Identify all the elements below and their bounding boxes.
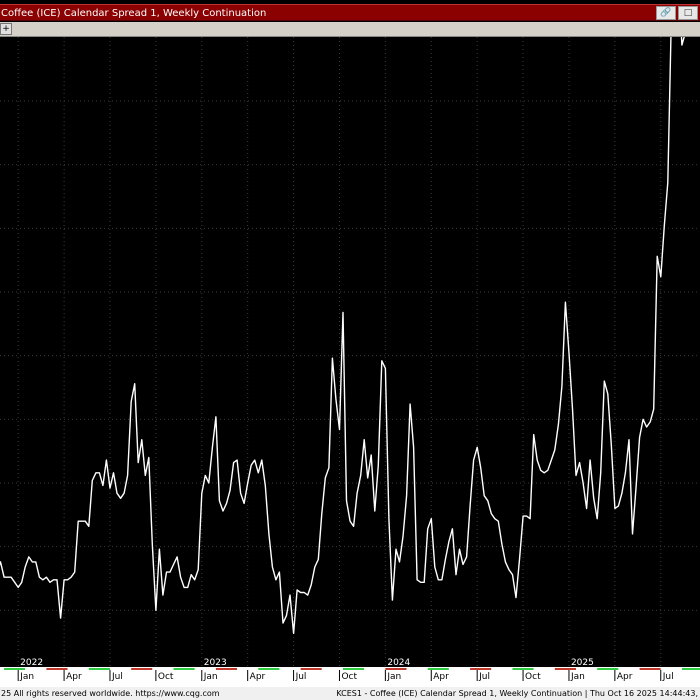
axis-color-strip-segment [385, 668, 407, 670]
link-icon[interactable]: 🔗 [656, 6, 676, 20]
x-axis-month-label: Apr [617, 672, 633, 682]
window-title-bar: Coffee (ICE) Calendar Spread 1, Weekly C… [0, 4, 700, 21]
restore-window-icon[interactable]: □ [678, 6, 698, 20]
axis-color-strip-segment [152, 668, 174, 670]
plot-background [0, 37, 700, 687]
x-axis-month-label: Apr [250, 672, 266, 682]
x-axis-year-label: 2025 [571, 658, 594, 668]
axis-color-strip-segment [46, 668, 68, 670]
axis-color-strip-segment [470, 668, 492, 670]
x-axis-year-label: 2022 [20, 658, 43, 668]
x-axis-month-label: Jul [295, 672, 307, 682]
axis-color-strip-segment [618, 668, 640, 670]
window-title: Coffee (ICE) Calendar Spread 1, Weekly C… [1, 8, 267, 19]
price-chart[interactable]: 2022 2023 2024 2025 Jan Apr Jul Oct Jan Apr Jul Oct… [0, 37, 700, 687]
x-axis-month-label: Jan [386, 672, 401, 682]
title-bar-buttons: 🔗 □ [656, 5, 700, 22]
axis-color-strip-segment [597, 668, 619, 670]
axis-color-strip-segment [321, 668, 343, 670]
x-axis-month-label: Jul [111, 672, 123, 682]
x-axis-month-label: Oct [341, 672, 357, 682]
axis-color-strip-segment [427, 668, 449, 670]
axis-color-strip-segment [681, 668, 700, 670]
axis-color-strip-segment [300, 668, 322, 670]
x-axis-year-label: 2023 [204, 658, 227, 668]
axis-color-strip-segment [131, 668, 153, 670]
x-axis-month-label: Jul [478, 672, 490, 682]
x-axis-month-label: Jul [662, 672, 674, 682]
axis-color-strip-segment [554, 668, 577, 670]
chart-toolbar: + [0, 22, 700, 37]
x-axis-month-label: Jan [203, 672, 218, 682]
x-axis-year-label: 2024 [387, 658, 410, 668]
x-axis-month-label: Jan [19, 672, 34, 682]
axis-color-strip-segment [491, 668, 513, 670]
status-bar: 25 All rights reserved worldwide. https:… [0, 687, 700, 700]
axis-color-strip-segment [215, 668, 238, 670]
x-axis-month-label: Jan [570, 672, 585, 682]
axis-color-strip-segment [448, 668, 471, 670]
axis-color-strip-segment [576, 668, 598, 670]
axis-color-strip-segment [364, 668, 386, 670]
axis-color-strip-segment [639, 668, 661, 670]
axis-color-strip-segment [237, 668, 259, 670]
axis-color-strip-segment [343, 668, 365, 670]
x-axis-month-label: Oct [525, 672, 541, 682]
axis-color-strip-segment [0, 668, 5, 670]
axis-color-strip-segment [406, 668, 428, 670]
x-axis-month-label: Apr [66, 672, 82, 682]
symbol-info-text: KCES1 - Coffee (ICE) Calendar Spread 1, … [336, 689, 698, 698]
axis-color-strip-segment [512, 668, 534, 670]
axis-color-strip-segment [4, 668, 26, 670]
axis-color-strip-segment [533, 668, 555, 670]
add-study-button[interactable]: + [0, 23, 12, 35]
axis-color-strip-segment [258, 668, 280, 670]
axis-color-strip-segment [67, 668, 89, 670]
axis-color-strip-segment [173, 668, 195, 670]
axis-color-strip-segment [194, 668, 216, 670]
axis-color-strip-segment [25, 668, 47, 670]
axis-color-strip-segment [109, 668, 132, 670]
axis-color-strip-segment [88, 668, 110, 670]
axis-color-strip-segment [660, 668, 682, 670]
copyright-text: 25 All rights reserved worldwide. https:… [1, 689, 220, 698]
x-axis-month-label: Oct [158, 672, 174, 682]
axis-color-strip-segment [279, 668, 301, 670]
x-axis-month-label: Apr [433, 672, 449, 682]
